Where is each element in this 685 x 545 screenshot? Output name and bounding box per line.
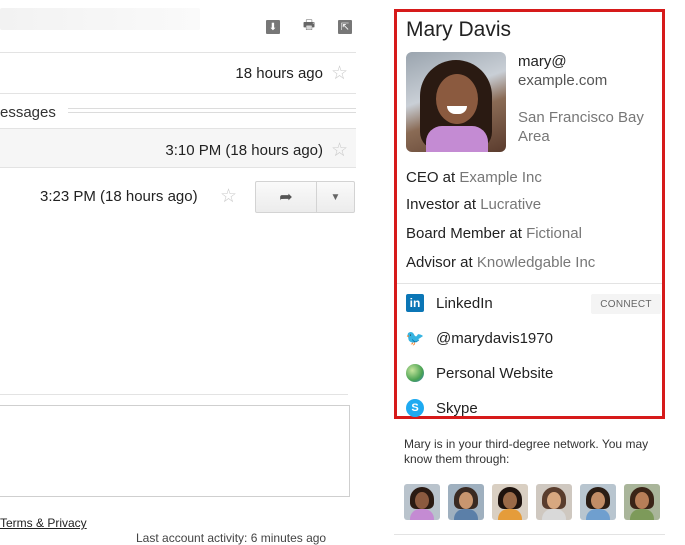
skype-icon: S xyxy=(406,399,424,417)
collapsed-messages-label[interactable]: essages xyxy=(0,104,56,121)
connection-avatar[interactable] xyxy=(580,484,616,520)
connection-avatar[interactable] xyxy=(536,484,572,520)
email-thread-pane: ⬇ 🖶 ⇱ 18 hours ago ☆ essages 3:10 PM (18… xyxy=(0,0,360,545)
download-icon[interactable]: ⬇ xyxy=(266,20,280,34)
divider xyxy=(0,93,356,94)
social-skype[interactable]: S Skype xyxy=(406,399,478,417)
role-line: Board Member at Fictional xyxy=(406,225,582,242)
print-icon[interactable]: 🖶 xyxy=(302,17,316,34)
globe-icon xyxy=(406,364,424,382)
role-org[interactable]: Example Inc xyxy=(459,169,542,186)
role-line: Advisor at Knowledgable Inc xyxy=(406,254,595,271)
social-label: LinkedIn xyxy=(436,294,493,312)
message-time-3: 3:23 PM (18 hours ago) xyxy=(40,188,198,205)
contact-email[interactable]: mary@ example.com xyxy=(518,52,607,90)
role-title: Advisor at xyxy=(406,254,473,271)
network-text: Mary is in your third-degree network. Yo… xyxy=(404,437,649,466)
thread-toolbar: ⬇ 🖶 ⇱ xyxy=(266,17,352,34)
collapsed-divider xyxy=(68,108,356,113)
role-org[interactable]: Lucrative xyxy=(480,196,541,213)
subject-placeholder xyxy=(0,8,200,30)
message-time-1: 18 hours ago xyxy=(235,65,323,82)
social-website[interactable]: Personal Website xyxy=(406,364,553,382)
divider xyxy=(0,52,356,53)
message-time-2: 3:10 PM (18 hours ago) xyxy=(165,142,323,159)
new-window-icon[interactable]: ⇱ xyxy=(338,20,352,34)
star-icon[interactable]: ☆ xyxy=(331,62,348,85)
terms-privacy-link[interactable]: Terms & Privacy xyxy=(0,516,87,530)
connect-button[interactable]: CONNECT xyxy=(591,294,661,314)
connection-avatar[interactable] xyxy=(448,484,484,520)
chevron-down-icon[interactable]: ▼ xyxy=(317,182,354,212)
social-label: Personal Website xyxy=(436,364,554,382)
divider xyxy=(394,534,665,535)
avatar xyxy=(406,52,506,152)
email-user: mary@ xyxy=(518,53,567,70)
social-label: @marydavis1970 xyxy=(436,329,553,347)
role-line: Investor at Lucrative xyxy=(406,196,541,213)
divider xyxy=(0,167,356,168)
twitter-icon: 🐦 xyxy=(405,330,425,347)
email-domain: example.com xyxy=(518,72,608,89)
divider xyxy=(397,283,662,284)
connection-avatar[interactable] xyxy=(492,484,528,520)
contact-name: Mary Davis xyxy=(406,18,512,41)
role-title: Board Member at xyxy=(406,225,522,242)
role-title: Investor at xyxy=(406,196,477,213)
contact-location: San Francisco Bay Area xyxy=(518,109,644,145)
role-line: CEO at Example Inc xyxy=(406,169,542,186)
reply-box[interactable] xyxy=(0,405,350,497)
role-title: CEO at xyxy=(406,169,456,186)
linkedin-icon: in xyxy=(406,294,424,312)
reply-icon[interactable]: ➦ xyxy=(256,182,317,212)
connection-avatar[interactable] xyxy=(404,484,440,520)
divider xyxy=(0,394,348,395)
social-label: Skype xyxy=(436,399,478,417)
role-org[interactable]: Fictional xyxy=(526,225,582,242)
last-activity-text: Last account activity: 6 minutes ago xyxy=(136,531,327,545)
social-linkedin[interactable]: in LinkedIn xyxy=(406,294,493,312)
star-icon[interactable]: ☆ xyxy=(220,185,237,208)
role-org[interactable]: Knowledgable Inc xyxy=(477,254,595,271)
reply-button-group: ➦ ▼ xyxy=(255,181,355,213)
social-twitter[interactable]: 🐦 @marydavis1970 xyxy=(405,329,553,348)
contact-card: Mary Davis mary@ example.com San Francis… xyxy=(394,9,665,419)
mutual-connections xyxy=(404,484,660,520)
star-icon[interactable]: ☆ xyxy=(331,139,348,162)
connection-avatar[interactable] xyxy=(624,484,660,520)
